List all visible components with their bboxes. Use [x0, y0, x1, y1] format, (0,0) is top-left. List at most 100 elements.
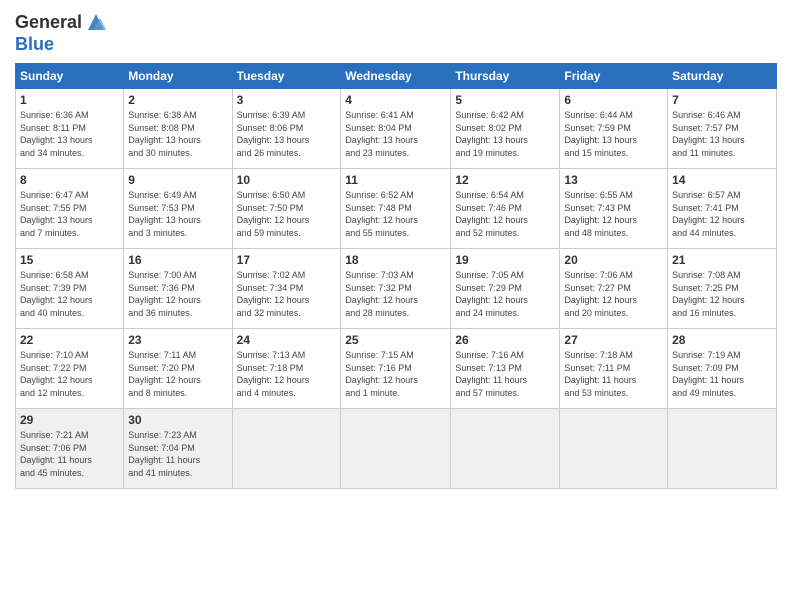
day-info: Sunrise: 6:47 AM Sunset: 7:55 PM Dayligh… [20, 189, 119, 239]
day-number: 17 [237, 253, 337, 267]
day-header-monday: Monday [124, 64, 232, 89]
calendar-cell: 25 Sunrise: 7:15 AM Sunset: 7:16 PM Dayli… [341, 329, 451, 409]
calendar-cell: 23Sunrise: 7:11 AM Sunset: 7:20 PM Dayli… [124, 329, 232, 409]
logo-general-text: General [15, 12, 82, 33]
day-number: 6 [564, 93, 663, 107]
day-number: 13 [564, 173, 663, 187]
day-info: Sunrise: 7:06 AM Sunset: 7:27 PM Dayligh… [564, 269, 663, 319]
day-info: Sunrise: 6:36 AM Sunset: 8:11 PM Dayligh… [20, 109, 119, 159]
calendar-cell: 21 Sunrise: 7:08 AM Sunset: 7:25 PM Dayli… [668, 249, 777, 329]
day-info: Sunrise: 6:39 AM Sunset: 8:06 PM Dayligh… [237, 109, 337, 159]
calendar-cell [451, 409, 560, 489]
day-header-saturday: Saturday [668, 64, 777, 89]
day-info: Sunrise: 7:05 AM Sunset: 7:29 PM Dayligh… [455, 269, 555, 319]
calendar-cell: 3Sunrise: 6:39 AM Sunset: 8:06 PM Daylig… [232, 89, 341, 169]
day-info: Sunrise: 7:00 AM Sunset: 7:36 PM Dayligh… [128, 269, 227, 319]
day-info: Sunrise: 7:03 AM Sunset: 7:32 PM Dayligh… [345, 269, 446, 319]
calendar-cell: 30Sunrise: 7:23 AM Sunset: 7:04 PM Dayli… [124, 409, 232, 489]
calendar-week-row: 15Sunrise: 6:58 AM Sunset: 7:39 PM Dayli… [16, 249, 777, 329]
calendar-cell: 5 Sunrise: 6:42 AM Sunset: 8:02 PM Daylig… [451, 89, 560, 169]
calendar-cell: 20 Sunrise: 7:06 AM Sunset: 7:27 PM Dayli… [560, 249, 668, 329]
day-number: 20 [564, 253, 663, 267]
day-number: 27 [564, 333, 663, 347]
calendar-week-row: 1 Sunrise: 6:36 AM Sunset: 8:11 PM Daylig… [16, 89, 777, 169]
calendar-cell: 9 Sunrise: 6:49 AM Sunset: 7:53 PM Daylig… [124, 169, 232, 249]
day-info: Sunrise: 7:16 AM Sunset: 7:13 PM Dayligh… [455, 349, 555, 399]
calendar-table: SundayMondayTuesdayWednesdayThursdayFrid… [15, 63, 777, 489]
day-info: Sunrise: 6:50 AM Sunset: 7:50 PM Dayligh… [237, 189, 337, 239]
day-info: Sunrise: 7:15 AM Sunset: 7:16 PM Dayligh… [345, 349, 446, 399]
logo-blue-text: Blue [15, 34, 108, 55]
day-number: 19 [455, 253, 555, 267]
day-info: Sunrise: 6:44 AM Sunset: 7:59 PM Dayligh… [564, 109, 663, 159]
day-number: 26 [455, 333, 555, 347]
day-info: Sunrise: 6:49 AM Sunset: 7:53 PM Dayligh… [128, 189, 227, 239]
calendar-cell: 27 Sunrise: 7:18 AM Sunset: 7:11 PM Dayli… [560, 329, 668, 409]
day-number: 10 [237, 173, 337, 187]
day-number: 1 [20, 93, 119, 107]
day-number: 21 [672, 253, 772, 267]
calendar-cell: 7Sunrise: 6:46 AM Sunset: 7:57 PM Daylig… [668, 89, 777, 169]
calendar-week-row: 29 Sunrise: 7:21 AM Sunset: 7:06 PM Dayli… [16, 409, 777, 489]
calendar-week-row: 22 Sunrise: 7:10 AM Sunset: 7:22 PM Dayli… [16, 329, 777, 409]
day-info: Sunrise: 7:02 AM Sunset: 7:34 PM Dayligh… [237, 269, 337, 319]
calendar-cell: 28 Sunrise: 7:19 AM Sunset: 7:09 PM Dayli… [668, 329, 777, 409]
calendar-cell [232, 409, 341, 489]
day-info: Sunrise: 6:38 AM Sunset: 8:08 PM Dayligh… [128, 109, 227, 159]
day-info: Sunrise: 7:21 AM Sunset: 7:06 PM Dayligh… [20, 429, 119, 479]
day-number: 28 [672, 333, 772, 347]
calendar-cell: 13 Sunrise: 6:55 AM Sunset: 7:43 PM Dayli… [560, 169, 668, 249]
calendar-cell: 24Sunrise: 7:13 AM Sunset: 7:18 PM Dayli… [232, 329, 341, 409]
day-info: Sunrise: 6:52 AM Sunset: 7:48 PM Dayligh… [345, 189, 446, 239]
day-info: Sunrise: 7:10 AM Sunset: 7:22 PM Dayligh… [20, 349, 119, 399]
calendar-cell: 11 Sunrise: 6:52 AM Sunset: 7:48 PM Dayli… [341, 169, 451, 249]
day-header-tuesday: Tuesday [232, 64, 341, 89]
day-number: 25 [345, 333, 446, 347]
day-number: 29 [20, 413, 119, 427]
logo: General Blue [15, 10, 108, 55]
calendar-cell: 16 Sunrise: 7:00 AM Sunset: 7:36 PM Dayli… [124, 249, 232, 329]
calendar-cell: 17 Sunrise: 7:02 AM Sunset: 7:34 PM Dayli… [232, 249, 341, 329]
calendar-cell: 10 Sunrise: 6:50 AM Sunset: 7:50 PM Dayli… [232, 169, 341, 249]
calendar-header-row: SundayMondayTuesdayWednesdayThursdayFrid… [16, 64, 777, 89]
day-info: Sunrise: 7:08 AM Sunset: 7:25 PM Dayligh… [672, 269, 772, 319]
calendar-cell: 22 Sunrise: 7:10 AM Sunset: 7:22 PM Dayli… [16, 329, 124, 409]
day-number: 22 [20, 333, 119, 347]
day-header-sunday: Sunday [16, 64, 124, 89]
day-info: Sunrise: 7:19 AM Sunset: 7:09 PM Dayligh… [672, 349, 772, 399]
day-number: 24 [237, 333, 337, 347]
header: General Blue [15, 10, 777, 55]
day-info: Sunrise: 6:46 AM Sunset: 7:57 PM Dayligh… [672, 109, 772, 159]
calendar-cell: 4Sunrise: 6:41 AM Sunset: 8:04 PM Daylig… [341, 89, 451, 169]
day-number: 14 [672, 173, 772, 187]
day-number: 16 [128, 253, 227, 267]
calendar-cell [341, 409, 451, 489]
calendar-cell: 6 Sunrise: 6:44 AM Sunset: 7:59 PM Daylig… [560, 89, 668, 169]
day-info: Sunrise: 6:54 AM Sunset: 7:46 PM Dayligh… [455, 189, 555, 239]
calendar-cell: 1 Sunrise: 6:36 AM Sunset: 8:11 PM Daylig… [16, 89, 124, 169]
calendar-cell: 2 Sunrise: 6:38 AM Sunset: 8:08 PM Daylig… [124, 89, 232, 169]
day-info: Sunrise: 6:55 AM Sunset: 7:43 PM Dayligh… [564, 189, 663, 239]
calendar-cell [668, 409, 777, 489]
day-number: 18 [345, 253, 446, 267]
day-number: 15 [20, 253, 119, 267]
calendar-cell: 8 Sunrise: 6:47 AM Sunset: 7:55 PM Daylig… [16, 169, 124, 249]
day-number: 8 [20, 173, 119, 187]
calendar-cell: 26 Sunrise: 7:16 AM Sunset: 7:13 PM Dayli… [451, 329, 560, 409]
day-number: 9 [128, 173, 227, 187]
calendar-cell: 18 Sunrise: 7:03 AM Sunset: 7:32 PM Dayli… [341, 249, 451, 329]
day-info: Sunrise: 6:42 AM Sunset: 8:02 PM Dayligh… [455, 109, 555, 159]
day-number: 5 [455, 93, 555, 107]
day-header-wednesday: Wednesday [341, 64, 451, 89]
day-number: 12 [455, 173, 555, 187]
calendar-cell: 15Sunrise: 6:58 AM Sunset: 7:39 PM Dayli… [16, 249, 124, 329]
calendar-week-row: 8 Sunrise: 6:47 AM Sunset: 7:55 PM Daylig… [16, 169, 777, 249]
day-number: 11 [345, 173, 446, 187]
day-number: 4 [345, 93, 446, 107]
day-info: Sunrise: 7:18 AM Sunset: 7:11 PM Dayligh… [564, 349, 663, 399]
calendar-cell: 12 Sunrise: 6:54 AM Sunset: 7:46 PM Dayli… [451, 169, 560, 249]
day-number: 2 [128, 93, 227, 107]
day-info: Sunrise: 7:11 AM Sunset: 7:20 PM Dayligh… [128, 349, 227, 399]
calendar-cell: 14Sunrise: 6:57 AM Sunset: 7:41 PM Dayli… [668, 169, 777, 249]
day-number: 30 [128, 413, 227, 427]
